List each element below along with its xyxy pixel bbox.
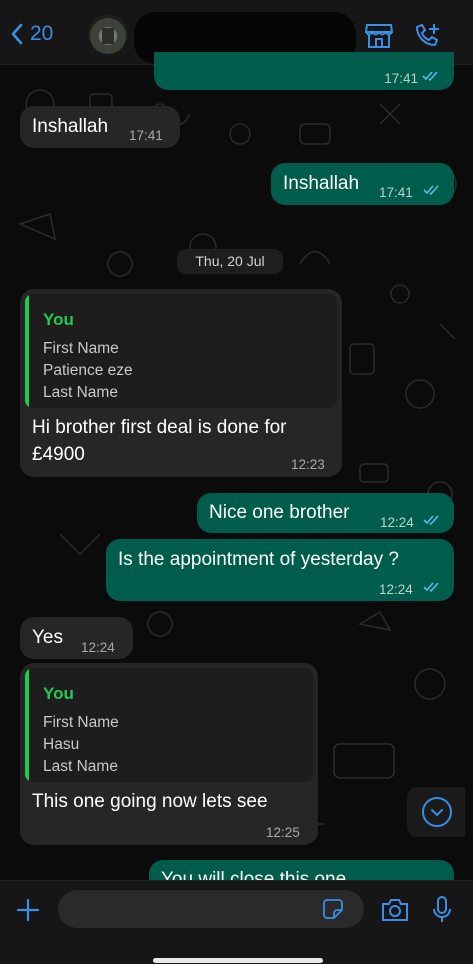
message-input[interactable] <box>58 890 364 928</box>
read-ticks-icon <box>423 515 439 526</box>
read-ticks-icon <box>423 582 439 593</box>
message-text: Yes <box>32 627 63 648</box>
message-outgoing[interactable]: 17:41 <box>154 52 454 90</box>
quote-line: Last Name <box>43 384 118 401</box>
message-time: 12:24 <box>380 515 414 530</box>
quote-author: You <box>43 684 74 703</box>
camera-icon[interactable] <box>380 897 410 923</box>
scroll-to-bottom-button[interactable] <box>407 787 465 837</box>
message-text: £4900 <box>32 444 85 465</box>
quote-line: Last Name <box>43 758 118 775</box>
microphone-icon[interactable] <box>432 895 452 925</box>
quoted-message[interactable]: You First Name Hasu Last Name <box>25 668 313 782</box>
message-text: Nice one brother <box>209 502 350 523</box>
quoted-message[interactable]: You First Name Patience eze Last Name <box>25 294 337 408</box>
chevron-down-icon <box>422 797 452 827</box>
message-outgoing[interactable]: You will close this one <box>149 860 454 880</box>
chevron-left-icon <box>11 23 23 45</box>
quote-line: First Name <box>43 714 119 731</box>
shop-icon[interactable] <box>364 22 394 50</box>
quote-author: You <box>43 310 74 329</box>
quote-line: First Name <box>43 340 119 357</box>
unread-count: 20 <box>30 22 54 45</box>
message-time: 12:24 <box>379 582 413 597</box>
message-incoming-reply[interactable]: You First Name Patience eze Last Name Hi… <box>20 289 342 477</box>
read-ticks-icon <box>422 71 438 82</box>
message-time: 12:24 <box>81 640 115 655</box>
add-call-icon[interactable] <box>413 22 441 50</box>
message-outgoing[interactable]: Inshallah 17:41 <box>271 163 454 205</box>
home-indicator <box>153 958 323 963</box>
message-time: 17:41 <box>379 185 413 200</box>
message-time: 12:25 <box>266 825 300 840</box>
message-text: Inshallah <box>32 116 109 137</box>
sticker-icon[interactable] <box>322 898 344 920</box>
message-text: You will close this one <box>161 869 347 880</box>
message-text: Is the appointment of yesterday ? <box>118 549 399 570</box>
message-outgoing[interactable]: Nice one brother 12:24 <box>197 493 454 533</box>
quote-bar <box>25 294 29 408</box>
message-time: 12:23 <box>291 457 325 472</box>
quote-bar <box>25 668 29 782</box>
message-time: 17:41 <box>129 128 163 143</box>
message-incoming[interactable]: Yes 12:24 <box>20 617 133 659</box>
avatar[interactable] <box>88 14 128 54</box>
message-outgoing[interactable]: Is the appointment of yesterday ? 12:24 <box>106 539 454 601</box>
message-text: This one going now lets see <box>32 791 268 812</box>
message-time: 17:41 <box>384 71 418 86</box>
quote-line: Hasu <box>43 736 80 753</box>
date-separator: Thu, 20 Jul <box>177 249 283 274</box>
message-incoming[interactable]: Inshallah 17:41 <box>20 106 180 148</box>
plus-icon[interactable] <box>16 898 40 922</box>
message-incoming-reply[interactable]: You First Name Hasu Last Name This one g… <box>20 663 318 845</box>
message-text: Inshallah <box>283 173 360 194</box>
composer-bar <box>0 880 473 964</box>
quote-line: Patience eze <box>43 362 133 379</box>
back-button[interactable]: 20 <box>10 22 53 46</box>
read-ticks-icon <box>423 185 439 196</box>
message-text: Hi brother first deal is done for <box>32 417 287 438</box>
